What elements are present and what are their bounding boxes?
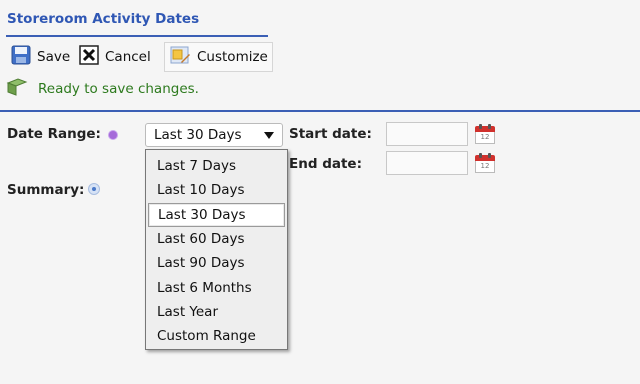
date-range-dropdown: Last 7 Days Last 10 Days Last 30 Days La…	[145, 149, 288, 350]
save-button[interactable]: Save	[6, 42, 75, 72]
start-date-label: Start date:	[289, 126, 372, 142]
section-divider	[0, 110, 640, 112]
dropdown-option[interactable]: Last 7 Days	[148, 154, 285, 178]
customize-button[interactable]: Customize	[164, 42, 273, 72]
customize-icon	[169, 44, 191, 70]
calendar-day: 12	[475, 132, 495, 144]
dropdown-option[interactable]: Last 10 Days	[148, 178, 285, 202]
dropdown-option[interactable]: Last 60 Days	[148, 227, 285, 251]
status-message: Ready to save changes.	[38, 81, 199, 97]
end-date-calendar-icon[interactable]: 12	[475, 153, 495, 173]
dropdown-option[interactable]: Custom Range	[148, 324, 285, 348]
dropdown-option-selected[interactable]: Last 30 Days	[148, 202, 285, 227]
chevron-down-icon	[264, 132, 274, 139]
end-date-label: End date:	[289, 156, 362, 172]
end-date-input[interactable]	[386, 151, 468, 175]
date-range-label: Date Range:	[7, 126, 101, 142]
save-icon	[11, 45, 31, 69]
status-bar: Ready to save changes.	[6, 78, 199, 100]
summary-label: Summary:	[7, 182, 85, 198]
date-range-value: Last 30 Days	[154, 127, 242, 143]
calendar-day: 12	[475, 161, 495, 173]
info-icon[interactable]	[88, 183, 100, 195]
required-indicator-icon	[109, 131, 117, 139]
start-date-input[interactable]	[386, 122, 468, 146]
close-icon	[79, 45, 99, 69]
cancel-label: Cancel	[105, 49, 151, 65]
dropdown-option[interactable]: Last 90 Days	[148, 251, 285, 275]
page-title: Storeroom Activity Dates	[7, 11, 200, 27]
date-range-select[interactable]: Last 30 Days	[145, 123, 283, 147]
toolbar: Save Cancel Customize	[0, 38, 640, 74]
save-label: Save	[37, 49, 71, 65]
dropdown-option[interactable]: Last 6 Months	[148, 275, 285, 299]
flag-icon	[6, 77, 28, 101]
dropdown-option[interactable]: Last Year	[148, 300, 285, 324]
cancel-button[interactable]: Cancel	[74, 42, 156, 72]
title-underline	[6, 35, 268, 37]
window-header: Storeroom Activity Dates	[0, 0, 640, 38]
customize-label: Customize	[197, 49, 268, 65]
start-date-calendar-icon[interactable]: 12	[475, 124, 495, 144]
